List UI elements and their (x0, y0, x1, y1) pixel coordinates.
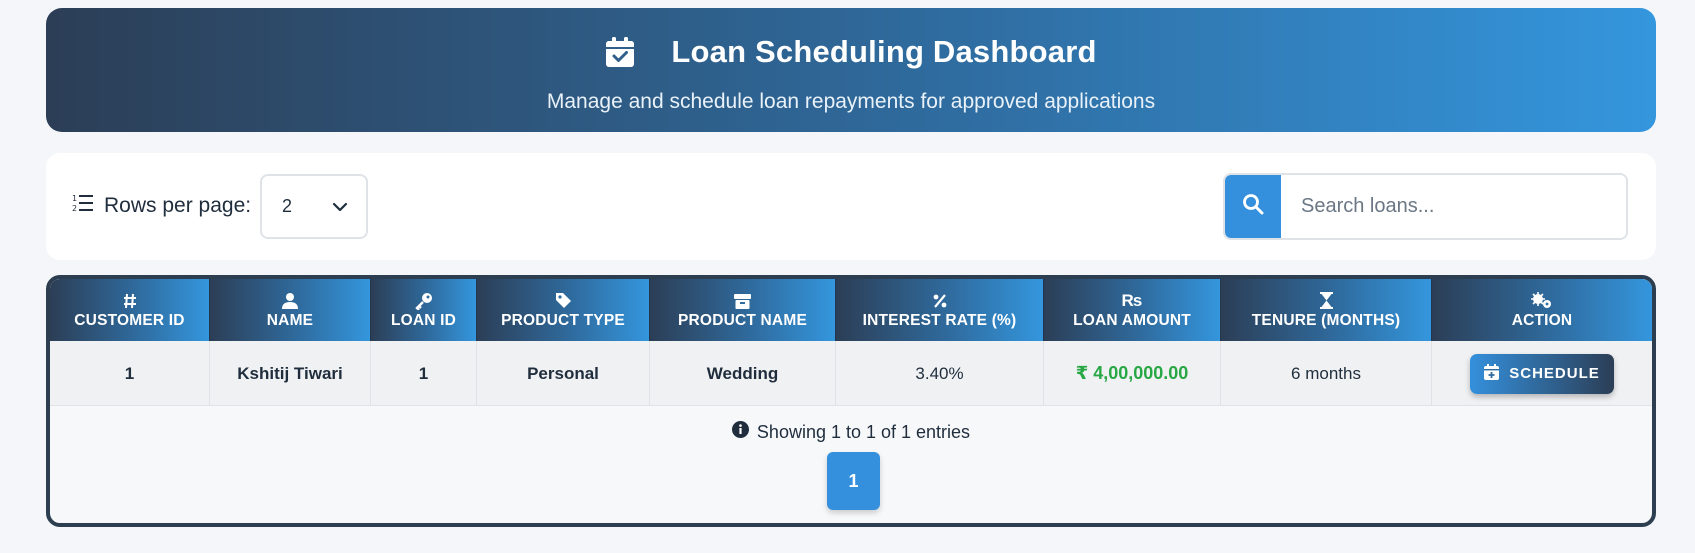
column-label: LOAN ID (390, 311, 457, 329)
loans-table: CUSTOMER ID NAME LOAN ID PRODUCT TYPE PR… (46, 275, 1656, 527)
cogs-icon (1531, 291, 1553, 311)
cell-interest-rate: 3.40% (836, 341, 1044, 406)
info-circle-icon (731, 421, 749, 443)
schedule-button[interactable]: SCHEDULE (1470, 353, 1614, 394)
table-row: 1 Kshitij Tiwari 1 Personal Wedding 3.40… (50, 341, 1652, 406)
pagination-info: Showing 1 to 1 of 1 entries (50, 421, 1652, 443)
column-name[interactable]: NAME (210, 279, 371, 341)
rupee-icon: ₨ (1121, 290, 1143, 310)
cell-action: SCHEDULE (1432, 341, 1652, 406)
column-action[interactable]: ACTION (1432, 279, 1652, 341)
column-label: TENURE (MONTHS) (1251, 311, 1401, 329)
pagination-info-text: Showing 1 to 1 of 1 entries (756, 421, 971, 442)
search-icon (1242, 193, 1264, 220)
rows-per-page-label-group: 1 2 Rows per page: (72, 193, 251, 219)
table-toolbar: 1 2 Rows per page: 2 (46, 153, 1656, 260)
chevron-down-icon (332, 196, 348, 217)
column-product-type[interactable]: PRODUCT TYPE (477, 279, 650, 341)
dashboard-header: Loan Scheduling Dashboard Manage and sch… (46, 8, 1656, 132)
search-box (1223, 173, 1628, 240)
box-icon (734, 291, 751, 311)
cell-loan-id: 1 (371, 341, 477, 406)
cell-loan-amount: ₹ 4,00,000.00 (1044, 341, 1221, 406)
rows-per-page-select[interactable]: 2 (260, 174, 368, 239)
column-label: ACTION (1511, 311, 1573, 329)
key-icon (414, 291, 433, 311)
search-input[interactable] (1281, 175, 1626, 238)
column-label: CUSTOMER ID (74, 311, 185, 329)
column-loan-id[interactable]: LOAN ID (371, 279, 477, 341)
column-label: INTEREST RATE (%) (862, 311, 1017, 329)
percent-icon (933, 291, 947, 311)
ordered-list-icon: 1 2 (72, 193, 94, 219)
cell-product-name: Wedding (650, 341, 836, 406)
schedule-button-label: SCHEDULE (1509, 365, 1600, 382)
column-loan-amount[interactable]: ₨ LOAN AMOUNT (1044, 279, 1221, 341)
cell-product-type: Personal (477, 341, 650, 406)
cell-name: Kshitij Tiwari (210, 341, 371, 406)
hash-icon (123, 291, 137, 311)
column-label: LOAN AMOUNT (1073, 311, 1191, 329)
cell-customer-id: 1 (50, 341, 210, 406)
page-button-1[interactable]: 1 (827, 452, 880, 510)
svg-text:2: 2 (72, 204, 77, 213)
column-label: NAME (266, 311, 314, 329)
table-header: CUSTOMER ID NAME LOAN ID PRODUCT TYPE PR… (50, 279, 1652, 341)
page-title: Loan Scheduling Dashboard (671, 34, 1097, 69)
rows-per-page-value: 2 (282, 196, 293, 216)
page-subtitle: Manage and schedule loan repayments for … (546, 90, 1156, 113)
column-label: PRODUCT TYPE (501, 311, 625, 329)
column-customer-id[interactable]: CUSTOMER ID (50, 279, 210, 341)
cell-tenure: 6 months (1221, 341, 1432, 406)
hourglass-icon (1319, 291, 1333, 311)
user-icon (282, 291, 298, 311)
tag-icon (555, 291, 572, 311)
rows-per-page-label: Rows per page: (104, 194, 252, 217)
calendar-check-icon (605, 36, 635, 68)
search-button[interactable] (1225, 175, 1281, 238)
column-interest-rate[interactable]: INTEREST RATE (%) (836, 279, 1044, 341)
calendar-plus-icon (1484, 363, 1500, 384)
column-label: PRODUCT NAME (678, 311, 807, 329)
column-tenure[interactable]: TENURE (MONTHS) (1221, 279, 1432, 341)
column-product-name[interactable]: PRODUCT NAME (650, 279, 836, 341)
svg-text:1: 1 (72, 194, 77, 203)
